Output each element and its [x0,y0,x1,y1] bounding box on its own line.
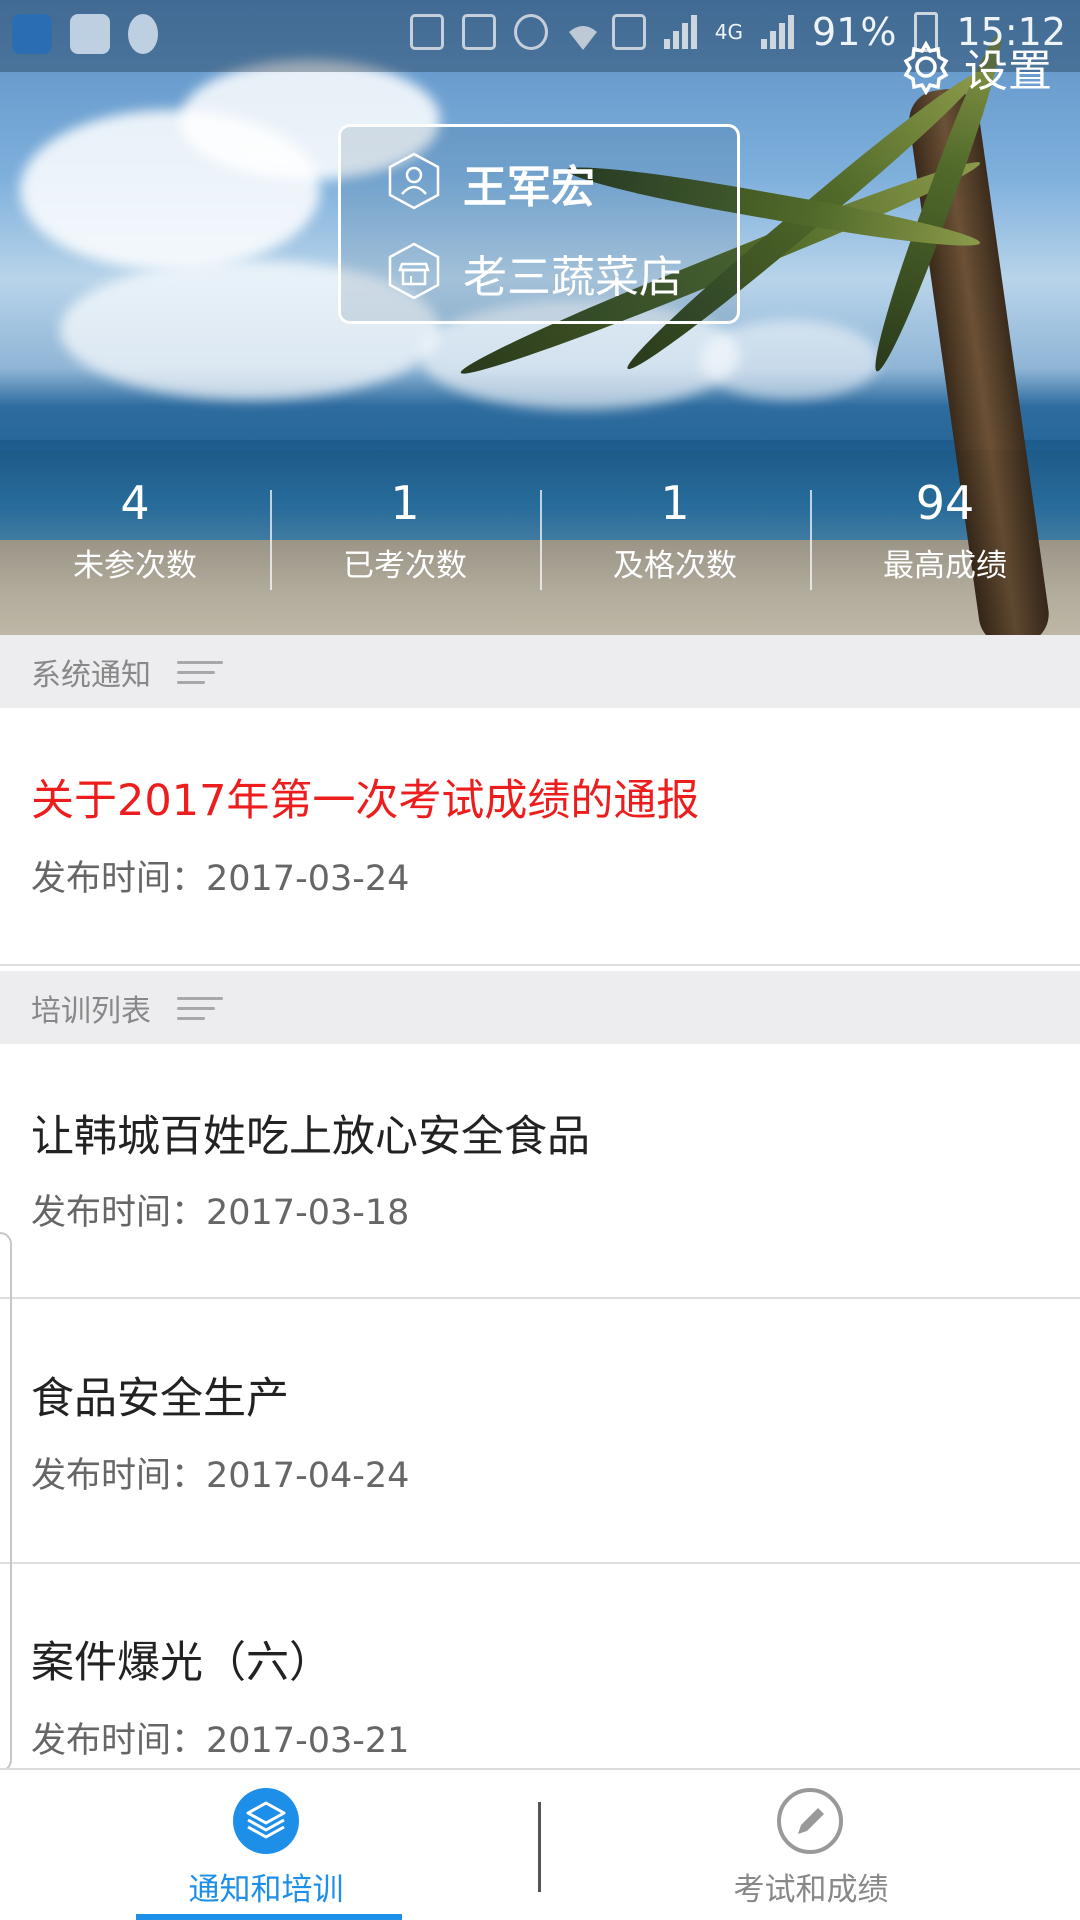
accessibility-icon [128,14,158,54]
active-tab-indicator [136,1914,402,1920]
settings-button[interactable]: 设置 [898,35,1052,99]
publish-date: 发布时间：2017-04-24 [31,1456,410,1496]
layers-icon [233,1788,299,1854]
pencil-icon [777,1788,843,1854]
training-title: 食品安全生产 [31,1374,289,1424]
tab-label: 通知和培训 [188,1872,344,1908]
stat-label: 及格次数 [613,548,737,584]
publish-date: 发布时间：2017-03-21 [31,1721,410,1761]
publish-date: 发布时间：2017-03-18 [31,1193,410,1233]
app-screen: 4G 91% 15:12 设置 王军宏 老三蔬菜店 4 未参次数 1 已考次数 … [0,0,1080,1920]
cast-icon [611,14,646,50]
section-title: 培训列表 [31,993,151,1029]
training-title: 让韩城百姓吃上放心安全食品 [31,1112,590,1162]
edge-panel-handle[interactable] [0,1232,12,1772]
training-title: 案件爆光（六） [31,1638,332,1688]
bottom-nav: 通知和培训 考试和成绩 [0,1768,1080,1920]
stat-label: 已考次数 [343,548,467,584]
sim-icon [409,14,444,50]
stat-exams-taken: 1 已考次数 [270,450,540,635]
publish-date: 发布时间：2017-03-24 [31,859,410,899]
stat-best-score: 94 最高成绩 [810,450,1080,635]
store-icon [387,242,441,304]
notice-title: 关于2017年第一次考试成绩的通报 [31,776,700,826]
training-item[interactable]: 食品安全生产 发布时间：2017-04-24 [0,1299,1080,1564]
stat-passed: 1 及格次数 [540,450,810,635]
tab-label: 考试和成绩 [733,1872,889,1908]
list-lines-icon [177,659,223,685]
battery-percent: 91% [812,10,897,54]
wifi-icon [566,17,597,50]
training-item[interactable]: 让韩城百姓吃上放心安全食品 发布时间：2017-03-18 [0,1044,1080,1299]
stat-value: 1 [660,476,690,530]
list-lines-icon [177,995,223,1021]
stat-not-attended: 4 未参次数 [0,450,270,635]
stat-label: 未参次数 [73,548,197,584]
signal-e-icon [663,15,697,49]
stats-bar: 4 未参次数 1 已考次数 1 及格次数 94 最高成绩 [0,450,1080,635]
network-label: 4G [714,20,744,44]
payment-icon [70,14,110,54]
stat-value: 1 [390,476,420,530]
signal-4g-icon [761,15,795,49]
app-shield-icon [12,14,52,54]
user-icon [387,152,441,214]
profile-header: 4G 91% 15:12 设置 王军宏 老三蔬菜店 4 未参次数 1 已考次数 … [0,0,1080,635]
gear-icon [903,40,949,95]
notices-header: 系统通知 [0,635,1080,708]
tab-exams-scores[interactable]: 考试和成绩 [540,1770,1080,1920]
training-header: 培训列表 [0,971,1080,1044]
stat-value: 4 [120,476,150,530]
alarm-icon [513,14,548,50]
user-name: 王军宏 [463,162,595,213]
stat-label: 最高成绩 [883,548,1007,584]
training-item[interactable]: 案件爆光（六） 发布时间：2017-03-21 [0,1564,1080,1768]
shop-name: 老三蔬菜店 [463,252,683,303]
tab-notices-training[interactable]: 通知和培训 [0,1770,540,1920]
section-title: 系统通知 [31,657,151,693]
nfc-icon [461,14,496,50]
profile-card: 王军宏 老三蔬菜店 [338,124,740,324]
notice-item[interactable]: 关于2017年第一次考试成绩的通报 发布时间：2017-03-24 [0,708,1080,966]
stat-value: 94 [915,476,975,530]
settings-label: 设置 [964,46,1052,97]
